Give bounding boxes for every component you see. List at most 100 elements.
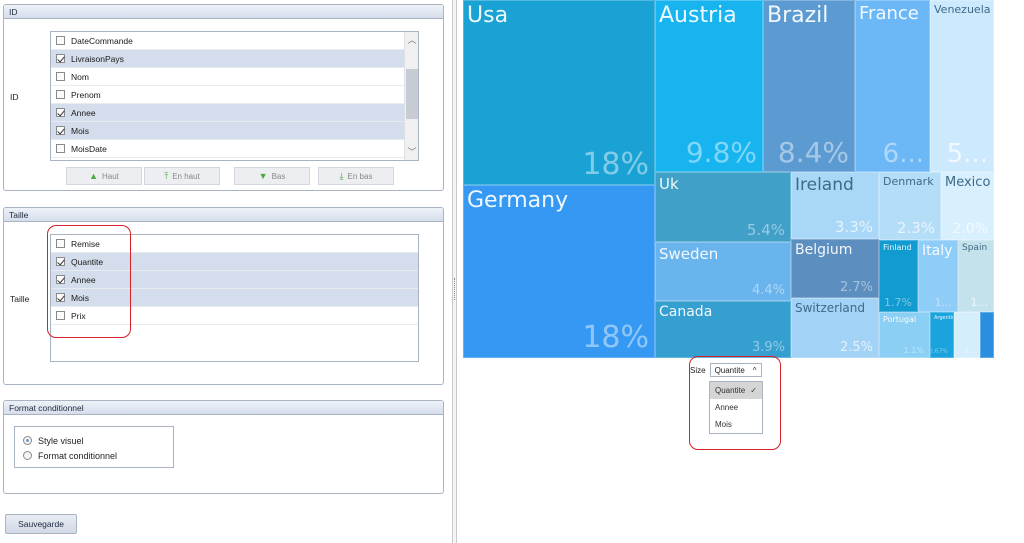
move-top-label: En haut <box>172 171 200 181</box>
radio-style-visuel[interactable]: Style visuel <box>23 433 173 448</box>
settings-pane: ID ID DateCommande LivraisonPays Nom Prenom… <box>0 0 452 543</box>
size-option-annee[interactable]: Annee <box>710 399 762 416</box>
move-up-button[interactable]: ▲ Haut <box>66 167 142 185</box>
list-item-label: DateCommande <box>71 35 133 46</box>
treemap-tile-denmark[interactable]: Denmark 2.3% <box>879 172 941 240</box>
size-control: Size Quantite ^ <box>690 362 762 378</box>
radio-icon <box>23 436 32 445</box>
save-button[interactable]: Sauvegarde <box>5 514 77 534</box>
checkbox[interactable] <box>56 144 65 153</box>
checkbox[interactable] <box>56 239 65 248</box>
treemap-tile-venezuela[interactable]: Venezuela 5... <box>930 0 994 172</box>
option-label: Quantite <box>715 386 746 395</box>
scroll-thumb[interactable] <box>406 69 418 119</box>
treemap-tile-brazil[interactable]: Brazil 8.4% <box>763 0 855 172</box>
treemap-tile-uk[interactable]: Uk 5.4% <box>655 172 791 242</box>
treemap-tile-austria[interactable]: Austria 9.8% <box>655 0 763 172</box>
id-panel-header: ID <box>4 5 443 19</box>
treemap-tile-portugal[interactable]: Portugal 1.1% <box>879 312 930 358</box>
treemap-tile-italy[interactable]: Italy 1... <box>918 240 958 312</box>
checkbox[interactable] <box>56 257 65 266</box>
treemap-tile-other-20[interactable] <box>980 312 994 358</box>
treemap-chart: Usa 18% Germany 18% Austria 9.8% Brazil 8.4% Fra… <box>463 0 994 358</box>
id-list-scrollbar[interactable]: ︿ ﹀ <box>404 32 418 160</box>
list-item-label: Mois <box>71 125 89 136</box>
treemap-tile-germany[interactable]: Germany 18% <box>463 185 655 358</box>
checkbox[interactable] <box>56 90 65 99</box>
treemap-tile-finland[interactable]: Finland 1.7% <box>879 240 918 312</box>
treemap-tile-other-19[interactable]: 0... <box>954 312 980 358</box>
taille-field-item-prix[interactable]: Prix <box>51 307 418 325</box>
move-up-label: Haut <box>102 171 119 181</box>
size-label: Size <box>690 365 706 375</box>
checkbox[interactable] <box>56 311 65 320</box>
tile-label: France <box>859 3 919 24</box>
treemap-tile-spain[interactable]: Spain 1... <box>958 240 994 312</box>
tile-label: Venezuela <box>934 3 991 16</box>
checkbox[interactable] <box>56 275 65 284</box>
checkbox[interactable] <box>56 108 65 117</box>
move-top-button[interactable]: ⤒ En haut <box>144 167 220 185</box>
taille-field-item-quantite[interactable]: Quantite <box>51 253 418 271</box>
move-bottom-button[interactable]: ⤓ En bas <box>318 167 394 185</box>
taille-field-list[interactable]: Remise Quantite Annee Mois Prix <box>50 234 419 362</box>
tile-label: Switzerland <box>795 301 865 315</box>
chevron-up-icon: ^ <box>752 365 757 375</box>
checkbox[interactable] <box>56 72 65 81</box>
id-field-item-datecommande[interactable]: DateCommande <box>51 32 418 50</box>
tile-value: 1.7% <box>884 296 912 309</box>
id-field-label: ID <box>10 92 19 102</box>
id-field-item-annee[interactable]: Annee <box>51 104 418 122</box>
tile-label: Austria <box>659 3 737 28</box>
taille-field-item-mois[interactable]: Mois <box>51 289 418 307</box>
id-field-item-nom[interactable]: Nom <box>51 68 418 86</box>
size-option-mois[interactable]: Mois <box>710 416 762 433</box>
pane-splitter[interactable] <box>452 0 457 543</box>
treemap-tile-switzerland[interactable]: Switzerland 2.5% <box>791 298 879 358</box>
size-select[interactable]: Quantite ^ <box>709 363 762 377</box>
id-field-item-moisdate[interactable]: MoisDate <box>51 140 418 158</box>
taille-field-item-remise[interactable]: Remise <box>51 235 418 253</box>
treemap-tile-mexico[interactable]: Mexico 2.0% <box>941 172 994 240</box>
size-dropdown: Quantite ✓ Annee Mois <box>709 381 763 434</box>
tile-value: 2.7% <box>839 280 873 295</box>
tile-value: 5.4% <box>746 221 785 239</box>
checkbox[interactable] <box>56 293 65 302</box>
treemap-tile-sweden[interactable]: Sweden 4.4% <box>655 242 791 301</box>
id-field-item-prenom[interactable]: Prenom <box>51 86 418 104</box>
treemap-tile-france[interactable]: France 6... <box>855 0 930 172</box>
treemap-tile-canada[interactable]: Canada 3.9% <box>655 301 791 358</box>
id-field-item-livraisonpays[interactable]: LivraisonPays <box>51 50 418 68</box>
tile-label: Usa <box>467 3 509 28</box>
move-down-button[interactable]: ▼ Bas <box>234 167 310 185</box>
scroll-down-icon[interactable]: ﹀ <box>405 144 418 160</box>
tile-value: 3.3% <box>834 218 873 236</box>
treemap-tile-ireland[interactable]: Ireland 3.3% <box>791 172 879 239</box>
list-item-label: Prix <box>71 310 86 321</box>
treemap-tile-usa[interactable]: Usa 18% <box>463 0 655 185</box>
id-field-item-mois[interactable]: Mois <box>51 122 418 140</box>
tile-value: 18% <box>582 147 649 182</box>
checkbox[interactable] <box>56 54 65 63</box>
scroll-up-icon[interactable]: ︿ <box>405 32 418 48</box>
list-item-label: LivraisonPays <box>71 53 124 64</box>
format-panel-header: Format conditionnel <box>4 401 443 415</box>
checkbox[interactable] <box>56 36 65 45</box>
option-label: Annee <box>715 403 739 412</box>
taille-field-item-annee[interactable]: Annee <box>51 271 418 289</box>
tile-value: 0.67% <box>930 348 948 355</box>
treemap-tile-belgium[interactable]: Belgium 2.7% <box>791 239 879 298</box>
arrow-down-icon: ▼ <box>258 171 268 181</box>
checkbox[interactable] <box>56 126 65 135</box>
radio-format-conditionnel[interactable]: Format conditionnel <box>23 448 173 463</box>
id-field-list[interactable]: DateCommande LivraisonPays Nom Prenom Annee M… <box>50 31 419 161</box>
treemap-tile-argentina[interactable]: Argentina 0.67% <box>930 312 954 358</box>
taille-panel-header: Taille <box>4 208 443 222</box>
size-option-quantite[interactable]: Quantite ✓ <box>710 382 762 399</box>
format-radio-group: Style visuel Format conditionnel <box>14 426 174 468</box>
splitter-grip-icon[interactable] <box>454 278 455 300</box>
tile-value: 6... <box>882 139 924 169</box>
format-panel: Format conditionnel Style visuel Format … <box>3 400 444 494</box>
arrow-bottom-icon: ⤓ <box>339 170 344 181</box>
tile-value: 1... <box>934 296 953 309</box>
